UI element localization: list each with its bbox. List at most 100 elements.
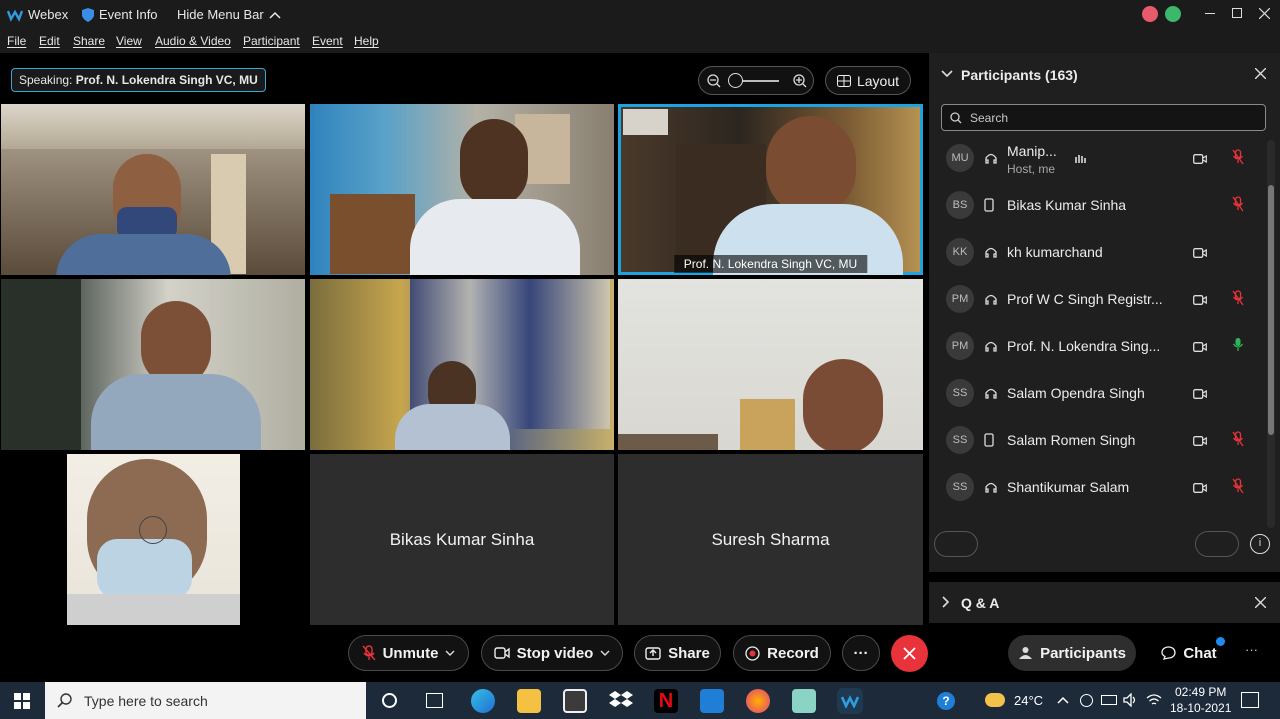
- participant-name: Salam Opendra Singh: [1007, 385, 1145, 401]
- camera-icon[interactable]: [1193, 245, 1207, 261]
- camera-icon[interactable]: [1193, 339, 1207, 355]
- mic-muted-icon[interactable]: [1232, 149, 1244, 168]
- overflow-menu-icon[interactable]: ···: [1245, 642, 1258, 657]
- video-tile-5[interactable]: [310, 279, 614, 450]
- volume-icon[interactable]: [1123, 693, 1138, 707]
- webex-logo-icon: [841, 695, 859, 708]
- mic-muted-icon[interactable]: [1232, 290, 1244, 309]
- stop-video-button[interactable]: Stop video: [481, 635, 623, 671]
- help-icon[interactable]: ?: [937, 692, 955, 710]
- collapse-chevron-icon[interactable]: [941, 70, 953, 78]
- wifi-icon[interactable]: [1146, 693, 1162, 707]
- close-window-icon[interactable]: [1259, 8, 1270, 19]
- menu-view[interactable]: View: [116, 34, 142, 48]
- participant-row[interactable]: PM Prof. N. Lokendra Sing...: [929, 323, 1265, 370]
- camera-icon[interactable]: [1193, 151, 1207, 167]
- firefox-icon[interactable]: [746, 689, 770, 713]
- participant-row[interactable]: KK kh kumarchand: [929, 229, 1265, 276]
- participant-avatar: SS: [946, 379, 974, 407]
- notes-app-icon[interactable]: [792, 689, 816, 713]
- qa-panel[interactable]: Q & A: [929, 582, 1280, 623]
- cortana-icon[interactable]: [382, 693, 397, 708]
- clock-date: 18-10-2021: [1170, 701, 1232, 715]
- video-tile-3-active-speaker[interactable]: Prof. N. Lokendra Singh VC, MU: [618, 104, 923, 275]
- store-icon[interactable]: [563, 689, 587, 713]
- video-tile-9[interactable]: Suresh Sharma: [618, 454, 923, 625]
- menu-participant[interactable]: Participant: [243, 34, 300, 48]
- netflix-icon[interactable]: N: [654, 689, 678, 713]
- tray-app-icon[interactable]: [1080, 694, 1093, 707]
- camera-icon[interactable]: [1193, 386, 1207, 402]
- webex-taskbar-icon[interactable]: [837, 688, 863, 714]
- edge-icon[interactable]: [471, 689, 495, 713]
- weather-icon[interactable]: [985, 693, 1005, 707]
- hide-menu-bar-button[interactable]: Hide Menu Bar: [177, 7, 281, 22]
- taskbar-search-input[interactable]: Type here to search: [45, 682, 366, 719]
- participant-row[interactable]: PM Prof W C Singh Registr...: [929, 276, 1265, 323]
- mic-active-icon[interactable]: [1232, 337, 1244, 356]
- video-tile-7[interactable]: [1, 454, 305, 625]
- qa-title: Q & A: [961, 595, 1000, 611]
- chevron-down-icon[interactable]: [445, 650, 455, 656]
- video-tile-8[interactable]: Bikas Kumar Sinha: [310, 454, 614, 625]
- participant-row[interactable]: BS Bikas Kumar Sinha: [929, 182, 1265, 229]
- zoom-in-icon[interactable]: [793, 74, 807, 88]
- video-tile-2[interactable]: [310, 104, 614, 275]
- camera-icon[interactable]: [1193, 292, 1207, 308]
- camera-icon[interactable]: [1193, 433, 1207, 449]
- video-tile-1[interactable]: [1, 104, 305, 275]
- battery-icon[interactable]: [1101, 695, 1117, 705]
- mail-icon[interactable]: [700, 689, 724, 713]
- status-green-icon[interactable]: [1165, 6, 1181, 22]
- participants-search-input[interactable]: Search: [941, 104, 1266, 131]
- unmute-label: Unmute: [382, 644, 439, 662]
- panel-options-button[interactable]: [934, 531, 978, 557]
- zoom-slider-thumb[interactable]: [728, 73, 743, 88]
- scrollbar-thumb[interactable]: [1268, 185, 1274, 435]
- video-tile-6[interactable]: [618, 279, 923, 450]
- expand-chevron-icon[interactable]: [942, 596, 950, 608]
- menu-share[interactable]: Share: [73, 34, 105, 48]
- menu-file[interactable]: File: [7, 34, 26, 48]
- participant-row[interactable]: SS Salam Romen Singh: [929, 417, 1265, 464]
- menu-event[interactable]: Event: [312, 34, 343, 48]
- status-red-icon[interactable]: [1142, 6, 1158, 22]
- tray-chevron-up-icon[interactable]: [1057, 696, 1069, 704]
- share-button[interactable]: Share: [634, 635, 721, 671]
- record-button[interactable]: Record: [733, 635, 831, 671]
- windows-start-icon[interactable]: [14, 693, 30, 709]
- mic-muted-icon[interactable]: [1232, 431, 1244, 450]
- participant-row[interactable]: SS Shantikumar Salam: [929, 464, 1265, 511]
- zoom-control[interactable]: [698, 66, 814, 95]
- notification-center-icon[interactable]: [1241, 692, 1259, 708]
- dropbox-icon[interactable]: [609, 689, 633, 713]
- mic-muted-icon[interactable]: [1232, 478, 1244, 497]
- task-view-icon[interactable]: [426, 693, 443, 708]
- file-explorer-icon[interactable]: [517, 689, 541, 713]
- zoom-out-icon[interactable]: [707, 74, 721, 88]
- maximize-icon[interactable]: [1232, 8, 1242, 18]
- info-icon[interactable]: i: [1250, 534, 1270, 554]
- minimize-icon[interactable]: [1205, 13, 1215, 14]
- leave-meeting-button[interactable]: [891, 635, 928, 672]
- participants-scrollbar[interactable]: [1267, 140, 1275, 528]
- participants-toggle-button[interactable]: Participants: [1008, 635, 1136, 671]
- more-options-button[interactable]: ···: [842, 635, 880, 671]
- event-info-button[interactable]: Event Info: [82, 7, 158, 22]
- close-panel-icon[interactable]: [1255, 68, 1266, 79]
- close-qa-icon[interactable]: [1255, 597, 1266, 608]
- camera-icon[interactable]: [1193, 480, 1207, 496]
- search-placeholder: Search: [970, 110, 1009, 125]
- participant-name: Bikas Kumar Sinha: [1007, 197, 1127, 213]
- menu-edit[interactable]: Edit: [39, 34, 60, 48]
- participant-row[interactable]: SS Salam Opendra Singh: [929, 370, 1265, 417]
- layout-button[interactable]: Layout: [825, 66, 911, 95]
- menu-audio-video[interactable]: Audio & Video: [155, 34, 231, 48]
- video-tile-4[interactable]: [1, 279, 305, 450]
- unmute-button[interactable]: Unmute: [348, 635, 469, 671]
- mic-muted-icon[interactable]: [1232, 196, 1244, 215]
- chevron-down-icon[interactable]: [600, 650, 610, 656]
- panel-announce-button[interactable]: [1195, 531, 1239, 557]
- menu-help[interactable]: Help: [354, 34, 379, 48]
- participant-row[interactable]: MU Manip... Host, me: [929, 135, 1265, 182]
